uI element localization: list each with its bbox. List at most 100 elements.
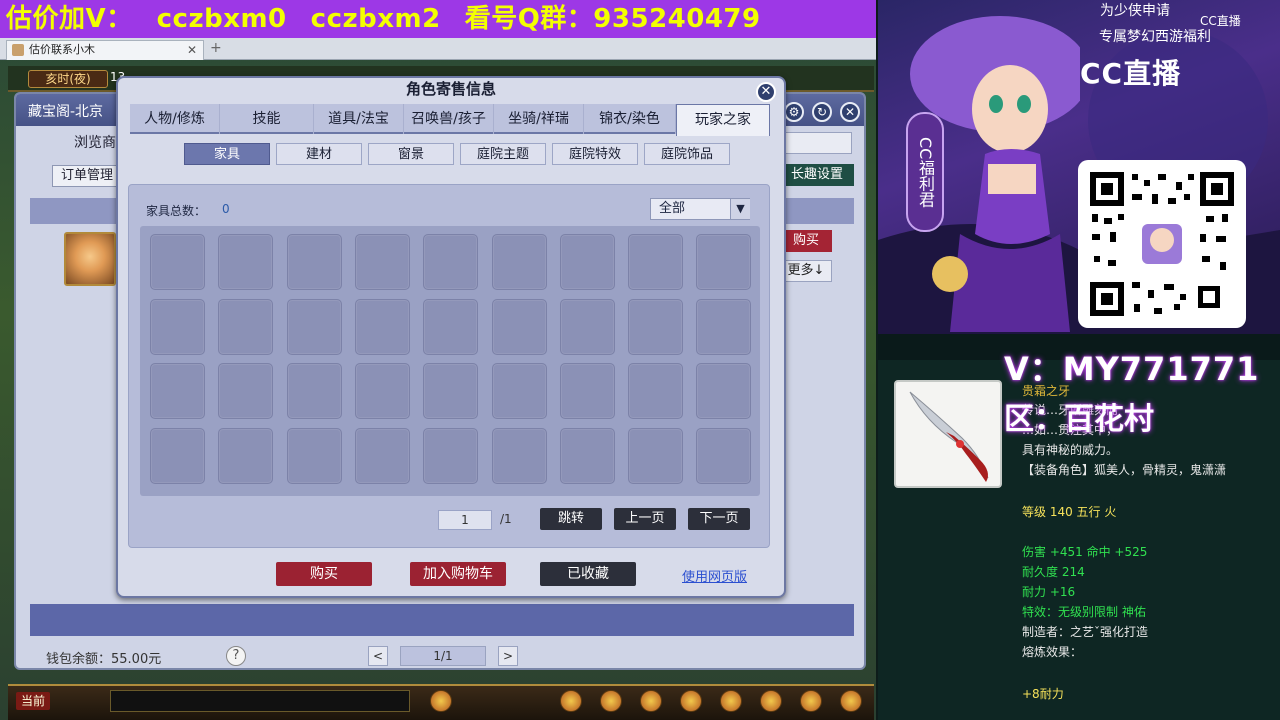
- tab-items[interactable]: 道具/法宝: [314, 104, 404, 134]
- qr-pattern: [1088, 170, 1236, 318]
- furniture-slot[interactable]: [286, 363, 342, 419]
- furniture-slot[interactable]: [150, 234, 205, 290]
- hud-pet-icon[interactable]: [430, 690, 452, 712]
- furniture-slot[interactable]: [218, 363, 274, 419]
- wallet-balance: 钱包余额：55.00元: [46, 652, 162, 667]
- add-to-cart-button[interactable]: 加入购物车: [410, 562, 506, 586]
- item-desc-line: 具有神秘的威力。: [1022, 443, 1119, 457]
- item-maker: 制造者：之艺ˇ强化打造: [1022, 625, 1149, 639]
- furniture-slot[interactable]: [559, 427, 615, 484]
- cc-live-logo-small: CC直播: [1200, 14, 1241, 28]
- settings-icon[interactable]: ⚙: [784, 102, 804, 122]
- furniture-slot[interactable]: [491, 298, 547, 355]
- furniture-slot[interactable]: [423, 427, 479, 484]
- furniture-slot[interactable]: [354, 234, 410, 290]
- furniture-slot[interactable]: [218, 427, 274, 484]
- hud-skill-icon[interactable]: [640, 690, 662, 712]
- tab-skills[interactable]: 技能: [220, 104, 314, 134]
- furniture-slot[interactable]: [286, 427, 342, 484]
- furniture-slot[interactable]: [423, 234, 479, 290]
- furniture-slot[interactable]: [628, 298, 684, 355]
- prev-page-button[interactable]: 上一页: [614, 508, 676, 530]
- hud-friend-icon[interactable]: [760, 690, 782, 712]
- furniture-slot[interactable]: [354, 427, 410, 484]
- furniture-slot[interactable]: [218, 234, 274, 290]
- buy-button[interactable]: 购买: [276, 562, 372, 586]
- hud-gift-icon[interactable]: [720, 690, 742, 712]
- page-number-input[interactable]: 1: [438, 510, 492, 530]
- order-management-tab[interactable]: 订单管理: [52, 165, 122, 187]
- pager-next-button[interactable]: >: [498, 646, 518, 666]
- furniture-slot[interactable]: [423, 298, 479, 355]
- subtab-window-view[interactable]: 窗景: [368, 143, 454, 165]
- list-buy-button[interactable]: 购买: [780, 230, 832, 252]
- furniture-slot[interactable]: [559, 298, 615, 355]
- tab-pets[interactable]: 召唤兽/孩子: [404, 104, 494, 134]
- furniture-slot[interactable]: [696, 298, 752, 355]
- furniture-slot[interactable]: [559, 363, 615, 419]
- hud-task-icon[interactable]: [680, 690, 702, 712]
- chat-input[interactable]: [110, 690, 410, 712]
- furniture-slot[interactable]: [696, 363, 752, 419]
- web-version-link[interactable]: 使用网页版: [682, 566, 747, 585]
- hud-system-icon[interactable]: [840, 690, 862, 712]
- furniture-slot[interactable]: [491, 427, 547, 484]
- furniture-slot[interactable]: [696, 234, 752, 290]
- subtab-yard-theme[interactable]: 庭院主题: [460, 143, 546, 165]
- furniture-slot[interactable]: [286, 298, 342, 355]
- character-avatar[interactable]: [64, 232, 116, 286]
- subtab-yard-effect[interactable]: 庭院特效: [552, 143, 638, 165]
- hud-team-icon[interactable]: [600, 690, 622, 712]
- furniture-slot[interactable]: [423, 363, 479, 419]
- item-desc-line: 【装备角色】狐美人，骨精灵，鬼潇潇: [1022, 463, 1227, 477]
- favicon-icon: [12, 44, 24, 56]
- subtab-yard-decoration[interactable]: 庭院饰品: [644, 143, 730, 165]
- furniture-slot[interactable]: [354, 363, 410, 419]
- help-icon[interactable]: ?: [226, 646, 246, 666]
- favorited-button[interactable]: 已收藏: [540, 562, 636, 586]
- item-effect: 特效：无级别限制 神佑: [1022, 605, 1146, 619]
- tab-mounts[interactable]: 坐骑/祥瑞: [494, 104, 584, 134]
- furniture-slot[interactable]: [491, 363, 547, 419]
- furniture-slot[interactable]: [491, 234, 547, 290]
- furniture-grid: [140, 226, 760, 496]
- furniture-slot[interactable]: [628, 234, 684, 290]
- search-input[interactable]: [780, 132, 852, 154]
- tab-costumes[interactable]: 锦衣/染色: [584, 104, 676, 134]
- subtab-building-material[interactable]: 建材: [276, 143, 362, 165]
- tab-character[interactable]: 人物/修炼: [130, 104, 220, 134]
- server-area-overlay: 区：百花村: [1004, 402, 1154, 437]
- new-tab-button[interactable]: +: [210, 40, 222, 56]
- dialog-close-icon[interactable]: ✕: [756, 82, 776, 102]
- furniture-slot[interactable]: [218, 298, 274, 355]
- browse-tab[interactable]: 浏览商: [74, 132, 116, 152]
- subtab-furniture[interactable]: 家具: [184, 143, 270, 165]
- furniture-slot[interactable]: [150, 427, 205, 484]
- more-button[interactable]: 更多↓: [780, 260, 832, 282]
- hud-shop-icon[interactable]: [800, 690, 822, 712]
- tab-player-home[interactable]: 玩家之家: [676, 104, 770, 136]
- close-icon[interactable]: ✕: [840, 102, 860, 122]
- chevron-down-icon[interactable]: ▼: [730, 199, 750, 219]
- furniture-slot[interactable]: [150, 363, 205, 419]
- browser-tab[interactable]: 估价联系小木 ✕: [6, 40, 204, 60]
- furniture-slot[interactable]: [150, 298, 205, 355]
- interest-setting-button[interactable]: 长趣设置: [780, 164, 854, 186]
- furniture-slot[interactable]: [286, 234, 342, 290]
- refresh-icon[interactable]: ↻: [812, 102, 832, 122]
- browser-tab-title: 估价联系小木: [29, 43, 95, 56]
- item-image: [894, 380, 1002, 488]
- chat-channel-label[interactable]: 当前: [16, 692, 50, 710]
- next-page-button[interactable]: 下一页: [688, 508, 750, 530]
- hud-item-icon[interactable]: [560, 690, 582, 712]
- pager-prev-button[interactable]: <: [368, 646, 388, 666]
- furniture-slot[interactable]: [354, 298, 410, 355]
- dagger-icon: [909, 391, 989, 482]
- item-durability: 耐久度 214: [1022, 565, 1085, 579]
- furniture-slot[interactable]: [628, 427, 684, 484]
- furniture-slot[interactable]: [559, 234, 615, 290]
- close-tab-icon[interactable]: ✕: [187, 41, 197, 59]
- furniture-slot[interactable]: [628, 363, 684, 419]
- jump-button[interactable]: 跳转: [540, 508, 602, 530]
- furniture-slot[interactable]: [696, 427, 752, 484]
